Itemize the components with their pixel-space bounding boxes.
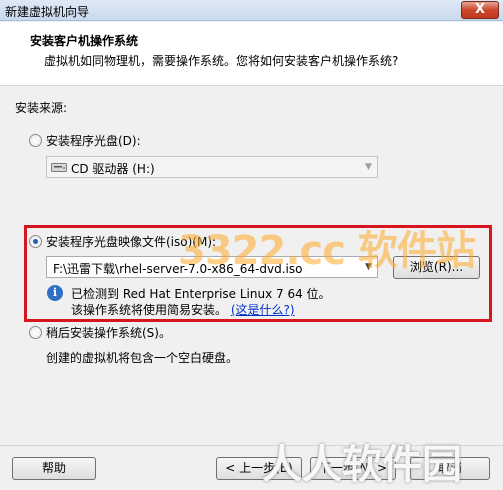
detection-line-2: 该操作系统将使用简易安装。 (这是什么?) xyxy=(71,301,295,318)
detection-line-1: 已检测到 Red Hat Enterprise Linux 7 64 位。 xyxy=(71,287,331,301)
info-icon: i xyxy=(47,285,63,301)
header-title: 安装客户机操作系统 xyxy=(30,34,139,48)
install-source-label: 安装来源: xyxy=(15,101,68,115)
install-later-description: 创建的虚拟机将包含一个空白硬盘。 xyxy=(46,351,239,365)
disc-drive-select: CD 驱动器 (H:) ▼ xyxy=(46,156,378,178)
radio-iso-image[interactable] xyxy=(29,235,42,248)
radio-install-disc[interactable] xyxy=(29,134,42,147)
chevron-down-icon: ▼ xyxy=(365,162,372,172)
window-title: 新建虚拟机向导 xyxy=(5,5,90,19)
install-disc-label[interactable]: 安装程序光盘(D): xyxy=(46,132,141,149)
header-subtitle: 虚拟机如同物理机，需要操作系统。您将如何安装客户机操作系统? xyxy=(44,54,399,68)
help-button[interactable]: 帮助 xyxy=(12,457,96,480)
whats-this-link[interactable]: (这是什么?) xyxy=(231,303,295,317)
radio-install-later[interactable] xyxy=(29,326,42,339)
install-later-label[interactable]: 稍后安装操作系统(S)。 xyxy=(46,324,171,341)
cd-drive-icon xyxy=(51,163,67,172)
easy-install-text: 该操作系统将使用简易安装。 xyxy=(71,303,228,317)
title-bar: 新建虚拟机向导 X xyxy=(0,0,503,21)
wizard-header: 安装客户机操作系统 虚拟机如同物理机，需要操作系统。您将如何安装客户机操作系统? xyxy=(0,22,503,86)
close-button[interactable]: X xyxy=(461,1,499,19)
site-watermark: 3322.cc 软件站 xyxy=(178,228,476,274)
corner-watermark: 人人软件园 xyxy=(262,442,462,488)
disc-drive-value: CD 驱动器 (H:) xyxy=(71,162,155,176)
